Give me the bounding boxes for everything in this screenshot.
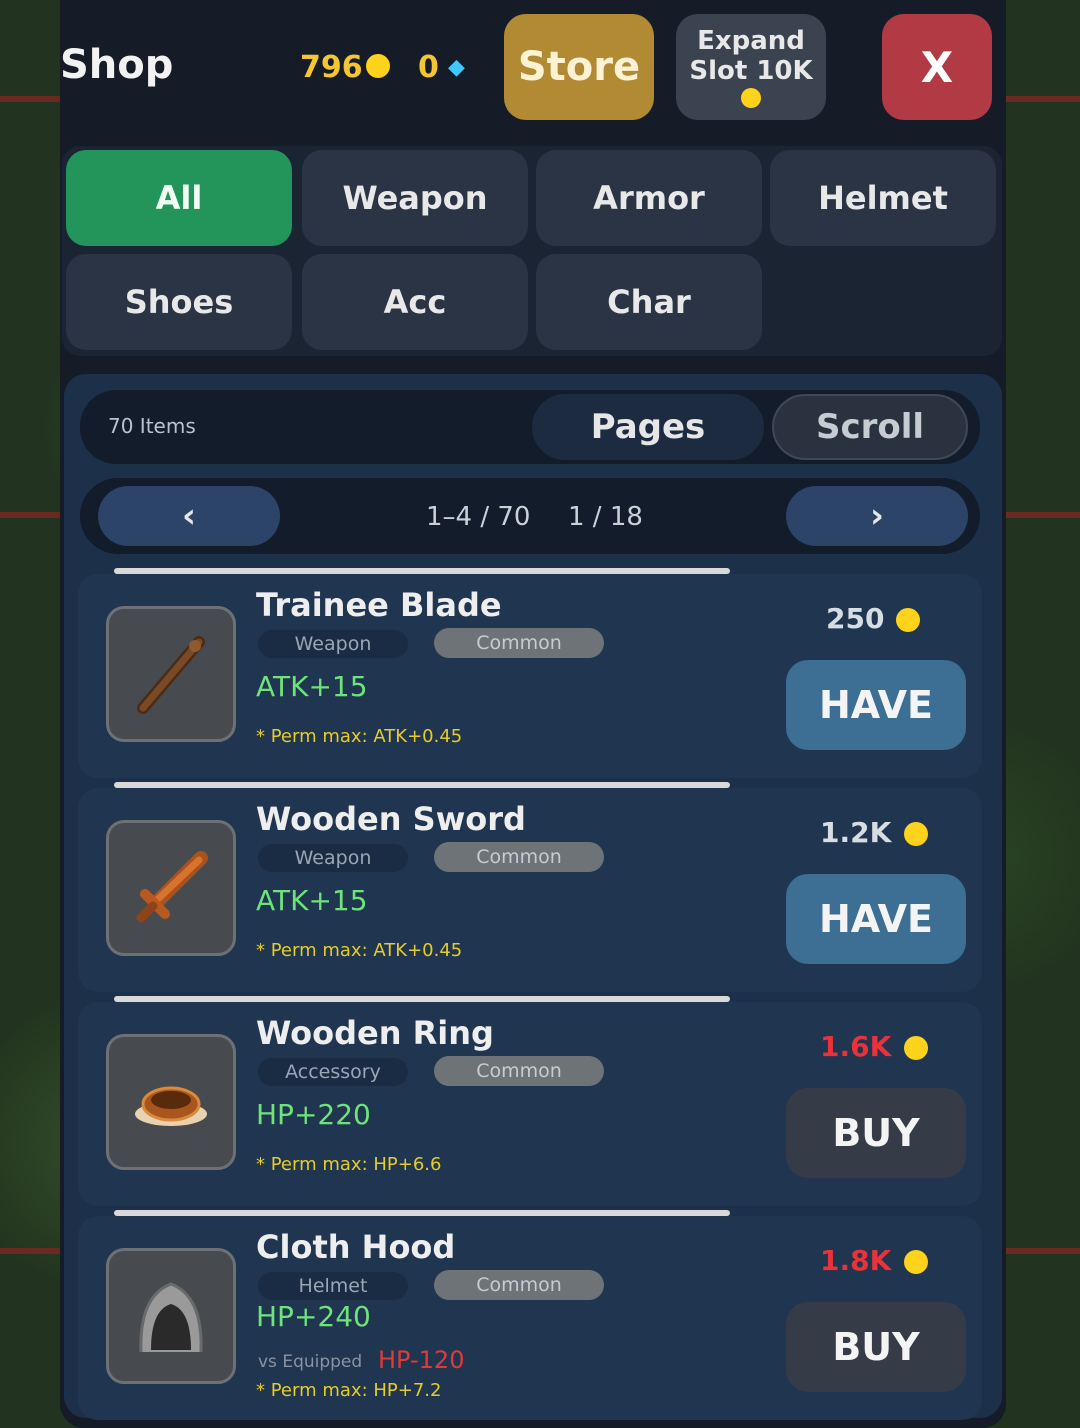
item-card: Cloth Hood Helmet Common HP+240 vs Equip… — [78, 1210, 982, 1420]
diamond-icon: ◆ — [448, 55, 465, 80]
item-price: 1.2K — [820, 816, 892, 849]
rarity-badge: Common — [434, 842, 604, 872]
perm-max-note: * Perm max: HP+7.2 — [256, 1380, 442, 1401]
item-name: Wooden Ring — [256, 1014, 494, 1052]
gold-coin-icon — [896, 608, 920, 632]
tab-shoes[interactable]: Shoes — [66, 254, 292, 350]
item-stat: HP+220 — [256, 1098, 371, 1131]
perm-max-note: * Perm max: ATK+0.45 — [256, 940, 463, 961]
tab-armor[interactable]: Armor — [536, 150, 762, 246]
gold-coin-icon — [904, 822, 928, 846]
vs-equipped-label: vs Equipped — [258, 1352, 363, 1372]
stat-delta: HP-120 — [378, 1346, 465, 1374]
prev-page-button[interactable]: ‹ — [98, 486, 280, 546]
item-type: Accessory — [258, 1058, 408, 1086]
item-range: 1–4 / 70 — [426, 502, 531, 532]
close-button[interactable]: X — [882, 14, 992, 120]
sword-icon — [136, 851, 208, 923]
have-button[interactable]: HAVE — [786, 874, 966, 964]
tab-helmet[interactable]: Helmet — [770, 150, 996, 246]
page-indicator: 1 / 18 — [568, 502, 643, 532]
item-stat: ATK+15 — [256, 884, 368, 917]
gem-amount: 0 — [418, 50, 439, 85]
card-divider — [114, 1210, 730, 1216]
pages-view-button[interactable]: Pages — [532, 394, 764, 460]
item-thumbnail — [106, 1248, 236, 1384]
item-card: Trainee Blade Weapon Common ATK+15 * Per… — [78, 568, 982, 778]
card-divider — [114, 996, 730, 1002]
item-thumbnail — [106, 1034, 236, 1170]
have-button[interactable]: HAVE — [786, 660, 966, 750]
buy-button[interactable]: BUY — [786, 1088, 966, 1178]
buy-button[interactable]: BUY — [786, 1302, 966, 1392]
tab-weapon[interactable]: Weapon — [302, 150, 528, 246]
tab-acc[interactable]: Acc — [302, 254, 528, 350]
item-thumbnail — [106, 820, 236, 956]
perm-max-note: * Perm max: ATK+0.45 — [256, 726, 463, 747]
next-page-button[interactable]: › — [786, 486, 968, 546]
expand-label: Expand — [697, 26, 805, 56]
item-type: Weapon — [258, 630, 408, 658]
club-icon — [137, 636, 205, 714]
item-name: Wooden Sword — [256, 800, 526, 838]
rarity-badge: Common — [434, 628, 604, 658]
card-divider — [114, 782, 730, 788]
items-count: 70 Items — [108, 414, 196, 438]
item-card: Wooden Ring Accessory Common HP+220 * Pe… — [78, 996, 982, 1206]
gold-coin-icon — [904, 1036, 928, 1060]
item-name: Cloth Hood — [256, 1228, 456, 1266]
item-price: 250 — [826, 602, 885, 635]
shop-title: Shop — [60, 42, 174, 88]
item-stat: ATK+15 — [256, 670, 368, 703]
hood-icon — [139, 1282, 203, 1353]
rarity-badge: Common — [434, 1270, 604, 1300]
scroll-view-button[interactable]: Scroll — [772, 394, 968, 460]
item-type: Helmet — [258, 1272, 408, 1300]
expand-cost-label: Slot 10K — [689, 56, 813, 86]
gold-coin-icon — [366, 54, 390, 78]
gold-amount: 796 — [300, 50, 363, 85]
expand-slot-button[interactable]: Expand Slot 10K — [676, 14, 826, 120]
item-price: 1.6K — [820, 1030, 892, 1063]
card-divider — [114, 568, 730, 574]
gold-coin-icon — [741, 88, 761, 108]
tab-all[interactable]: All — [66, 150, 292, 246]
ring-icon — [135, 1086, 207, 1126]
item-name: Trainee Blade — [256, 586, 502, 624]
perm-max-note: * Perm max: HP+6.6 — [256, 1154, 442, 1175]
item-stat: HP+240 — [256, 1300, 371, 1333]
item-thumbnail — [106, 606, 236, 742]
item-type: Weapon — [258, 844, 408, 872]
item-card: Wooden Sword Weapon Common ATK+15 * Perm… — [78, 782, 982, 992]
store-button[interactable]: Store — [504, 14, 654, 120]
rarity-badge: Common — [434, 1056, 604, 1086]
tab-char[interactable]: Char — [536, 254, 762, 350]
gold-coin-icon — [904, 1250, 928, 1274]
item-price: 1.8K — [820, 1244, 892, 1277]
